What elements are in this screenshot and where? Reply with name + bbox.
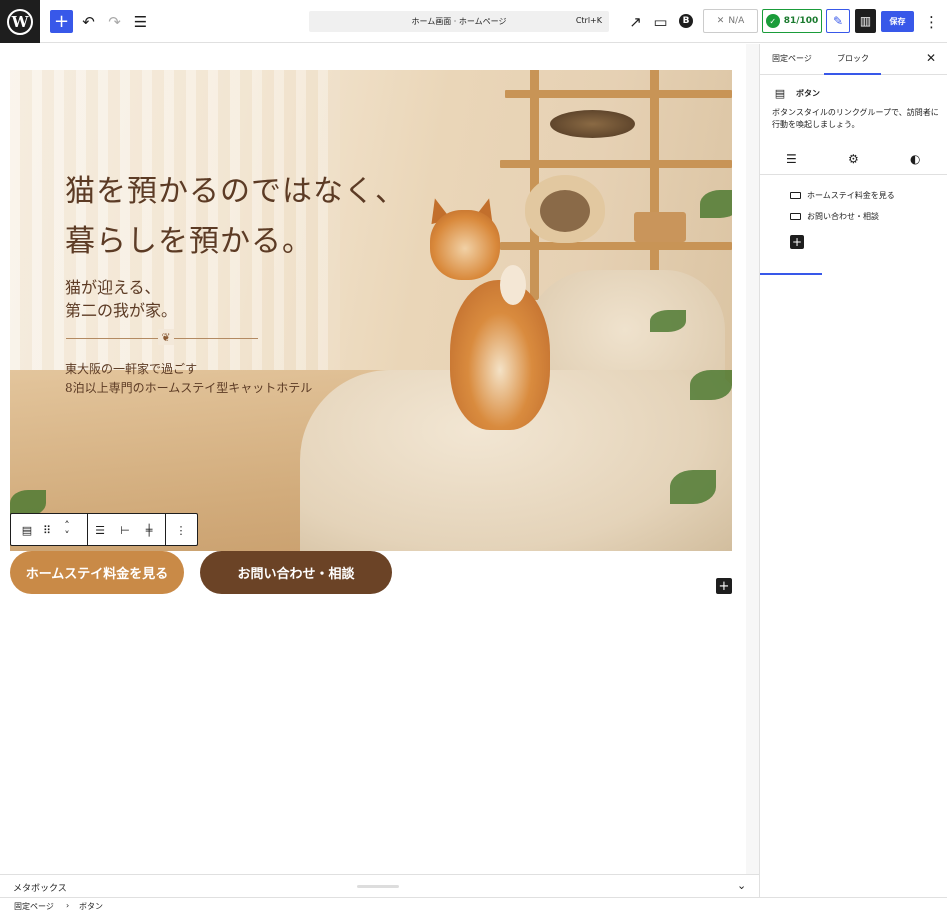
plant-leaf — [650, 310, 686, 332]
settings-sidebar: 固定ページ ブロック ✕ ▤ ボタン ボタンスタイルのリンクグループで、訪問者に… — [759, 44, 947, 897]
hero-description-line1: 東大阪の一軒家で過ごす — [65, 362, 198, 376]
hero-subtitle-line1: 猫が迎える、 — [65, 278, 161, 297]
plant-leaf — [690, 370, 732, 400]
block-name: ボタン — [796, 89, 820, 98]
tab-page[interactable]: 固定ページ — [772, 53, 812, 64]
metabox-resize-handle[interactable] — [357, 885, 399, 888]
view-page-external-icon[interactable]: ↗ — [624, 10, 647, 33]
editor-app: W + ↶ ↷ ☰ ホーム画面 · ホームページ Ctrl+K ↗ ▭ B ✕ … — [0, 0, 947, 913]
editor-canvas[interactable]: 猫を預かるのではなく、 暮らしを預かる。 猫が迎える、 第二の我が家。 ❦ 東大… — [0, 44, 759, 874]
paw-icon: ❦ — [158, 329, 174, 345]
move-down-icon[interactable]: ˅ — [57, 525, 77, 545]
canvas-scrollbar[interactable] — [746, 44, 759, 874]
list-item-label: お問い合わせ・相談 — [807, 212, 879, 221]
add-block-icon[interactable]: + — [716, 578, 732, 594]
select-parent-block-icon[interactable]: ▤ — [17, 520, 37, 540]
hero-title-line1: 猫を預かるのではなく、 — [65, 174, 406, 209]
shelf-post — [650, 70, 659, 300]
list-view-icon[interactable]: ☰ — [129, 10, 152, 33]
sidebar-tabs: 固定ページ ブロック ✕ — [760, 44, 947, 75]
hero-description-line2: 8泊以上専門のホームステイ型キャットホテル — [65, 381, 313, 395]
document-title: ホーム画面 · ホームページ — [411, 17, 507, 26]
cat-head — [430, 210, 500, 280]
add-button-block-icon[interactable]: + — [790, 235, 804, 249]
ai-assist-icon[interactable]: ✎ — [826, 9, 850, 33]
breadcrumb: 固定ページ › ボタン — [0, 897, 947, 913]
hero-subtitle-line2: 第二の我が家。 — [65, 301, 178, 320]
block-toolbar: ▤ ⠿ ˄ ˅ ☰ ⊢ ╪ ⋮ — [10, 513, 198, 546]
homestay-price-button[interactable]: ホームステイ料金を見る — [10, 551, 184, 594]
block-inspector-tabs: ☰ ⚙ ◐ — [760, 144, 947, 275]
wooden-box — [634, 212, 686, 242]
readability-icon: ✕ — [716, 16, 725, 26]
chevron-down-icon[interactable]: ⌄ — [737, 879, 746, 892]
justify-icon[interactable]: ☰ — [90, 520, 110, 540]
button-block-icon — [790, 213, 801, 220]
wall-shelf — [505, 90, 732, 98]
seo-score-icon: ✓ — [765, 14, 780, 28]
contact-button[interactable]: お問い合わせ・相談 — [200, 551, 392, 594]
command-palette-bar[interactable]: ホーム画面 · ホームページ Ctrl+K — [309, 11, 609, 32]
redo-icon[interactable]: ↷ — [103, 10, 126, 33]
block-inserter-button[interactable]: + — [50, 10, 73, 33]
cat-body — [450, 280, 550, 430]
breadcrumb-separator: › — [66, 901, 70, 910]
toolbar-separator — [87, 514, 88, 545]
settings-tab-icon[interactable]: ⚙ — [848, 152, 859, 166]
settings-panel-toggle-icon[interactable]: ▥ — [855, 9, 876, 33]
seo-score-label: 81/100 — [783, 16, 819, 26]
list-item-label: ホームステイ料金を見る — [807, 191, 895, 200]
wall-shelf — [500, 242, 732, 250]
close-icon[interactable]: ✕ — [926, 51, 936, 65]
list-view-tab-icon[interactable]: ☰ — [786, 152, 797, 166]
plant-leaf — [670, 470, 716, 504]
hero-title-line2: 暮らしを預かる。 — [65, 224, 313, 259]
button-block-icon — [790, 192, 801, 199]
seo-score-button[interactable]: ✓ 81/100 — [762, 9, 822, 33]
buttons-block-icon: ▤ — [774, 86, 786, 100]
vertical-align-icon[interactable]: ╪ — [139, 520, 159, 540]
wall-shelf — [500, 160, 732, 168]
cat-raised-paw — [500, 265, 526, 305]
styles-tab-icon[interactable]: ◐ — [910, 152, 920, 166]
wordpress-logo-button[interactable]: W — [0, 0, 40, 43]
readability-label: N/A — [728, 16, 745, 26]
list-item[interactable]: ホームステイ料金を見る — [790, 190, 895, 201]
block-options-icon[interactable]: ⋮ — [171, 520, 191, 540]
device-preview-icon[interactable]: ▭ — [649, 10, 672, 33]
cat-bed-opening — [540, 190, 590, 232]
wordpress-icon: W — [7, 8, 33, 35]
plant-leaf — [700, 190, 732, 218]
sleeping-cat-illustration — [550, 110, 635, 138]
active-subtab-indicator — [760, 273, 822, 275]
drag-handle-icon[interactable]: ⠿ — [37, 520, 57, 540]
tab-block[interactable]: ブロック — [837, 53, 869, 64]
active-tab-indicator — [824, 73, 881, 75]
breadcrumb-current-block[interactable]: ボタン — [79, 901, 103, 912]
breadcrumb-page[interactable]: 固定ページ — [14, 901, 54, 912]
align-left-icon[interactable]: ⊢ — [115, 520, 135, 540]
hero-cover-image[interactable]: 猫を預かるのではなく、 暮らしを預かる。 猫が迎える、 第二の我が家。 ❦ 東大… — [10, 70, 732, 551]
readability-score-button[interactable]: ✕ N/A — [703, 9, 758, 33]
command-shortcut: Ctrl+K — [575, 16, 602, 25]
metabox-panel[interactable]: メタボックス ⌄ — [0, 874, 759, 897]
block-description: ボタンスタイルのリンクグループで、訪問者に行動を喚起しましょう。 — [772, 108, 939, 129]
options-menu-icon[interactable]: ⋮ — [920, 10, 943, 33]
undo-icon[interactable]: ↶ — [77, 10, 100, 33]
toolbar-separator — [165, 514, 166, 545]
seo-plugin-icon[interactable]: B — [679, 14, 693, 28]
list-item[interactable]: お問い合わせ・相談 — [790, 211, 879, 222]
editor-toolbar: W + ↶ ↷ ☰ ホーム画面 · ホームページ Ctrl+K ↗ ▭ B ✕ … — [0, 0, 947, 43]
metabox-label: メタボックス — [13, 884, 67, 894]
save-button[interactable]: 保存 — [881, 11, 914, 32]
